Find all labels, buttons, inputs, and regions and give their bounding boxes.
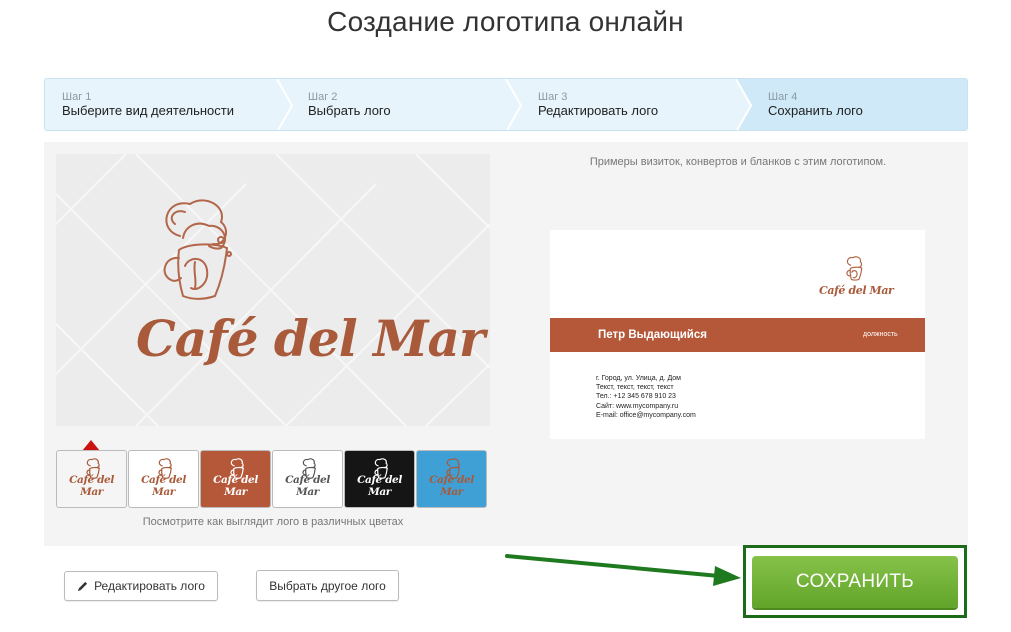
edit-logo-label: Редактировать лого [94,579,205,593]
coffee-cup-logo-icon [163,199,232,300]
save-button[interactable]: СОХРАНИТЬ [752,556,958,608]
samples-note: Примеры визиток, конвертов и бланков с э… [589,156,887,168]
color-swatch[interactable]: Café del Mar [128,450,199,508]
edit-logo-button[interactable]: Редактировать лого [64,571,218,601]
step-label: Выбрать лого [308,103,391,118]
color-swatch[interactable]: Café del Mar [272,450,343,508]
step-separator-icon [276,79,294,130]
card-contact-line: E-mail: office@mycompany.com [596,411,696,419]
step-label: Сохранить лого [768,103,863,118]
card-contacts: г. Город, ул. Улица, д. Дом Текст, текст… [596,374,696,420]
step-number: Шаг 1 [62,91,92,103]
color-swatch[interactable]: Café del Mar [200,450,271,508]
swatch-logo-text: Café del Mar [357,474,402,498]
card-contact-line: Текст, текст, текст, текст [596,384,674,392]
step-4[interactable]: Шаг 4 Сохранить лого [768,79,863,130]
page-title: Создание логотипа онлайн [327,6,684,37]
swatch-logo-text: Café del Mar [285,474,330,498]
step-3[interactable]: Шаг 3 Редактировать лого [538,79,659,130]
pencil-icon [77,581,88,591]
step-1[interactable]: Шаг 1 Выберите вид деятельности [62,79,234,130]
swatch-logo-text: Café del Mar [213,474,258,498]
card-contact-line: г. Город, ул. Улица, д. Дом [596,375,681,382]
card-person-name: Петр Выдающийся [598,329,707,341]
step-number: Шаг 3 [538,91,568,103]
step-number: Шаг 4 [768,91,798,103]
step-label: Редактировать лого [538,103,659,118]
arrow-pointer-icon [505,554,741,586]
step-2[interactable]: Шаг 2 Выбрать лого [308,79,391,130]
steps-bar: Шаг 1 Выберите вид деятельности Шаг 2 Вы… [44,78,968,131]
step-separator-icon [735,79,753,130]
business-card-preview: Café del Mar Петр Выдающийся должность г… [550,230,925,439]
card-contact-line: Тел.: +12 345 678 910 23 [596,393,676,401]
swatch-logo-text: Café del Mar [429,474,474,498]
swatches-note: Посмотрите как выглядит лого в различных… [142,516,404,528]
logo-preview [56,154,490,426]
card-logo-icon [846,256,863,281]
choose-other-logo-button[interactable]: Выбрать другое лого [256,570,399,601]
step-label: Выберите вид деятельности [62,103,234,118]
color-swatch[interactable]: Café del Mar [416,450,487,508]
card-position: должность [863,331,898,338]
card-logo-text: Café del Mar [819,284,894,297]
swatch-logo-text: Café del Mar [69,474,114,498]
color-swatch[interactable]: Café del Mar [344,450,415,508]
logo-name-text: Café del Mar [136,309,485,368]
step-number: Шаг 2 [308,91,338,103]
color-swatch[interactable]: Café del Mar [56,450,127,508]
swatch-logo-text: Café del Mar [141,474,186,498]
watermark-pattern [56,154,490,426]
step-separator-icon [505,79,523,130]
card-contact-line: Сайт: www.mycompany.ru [596,402,679,410]
